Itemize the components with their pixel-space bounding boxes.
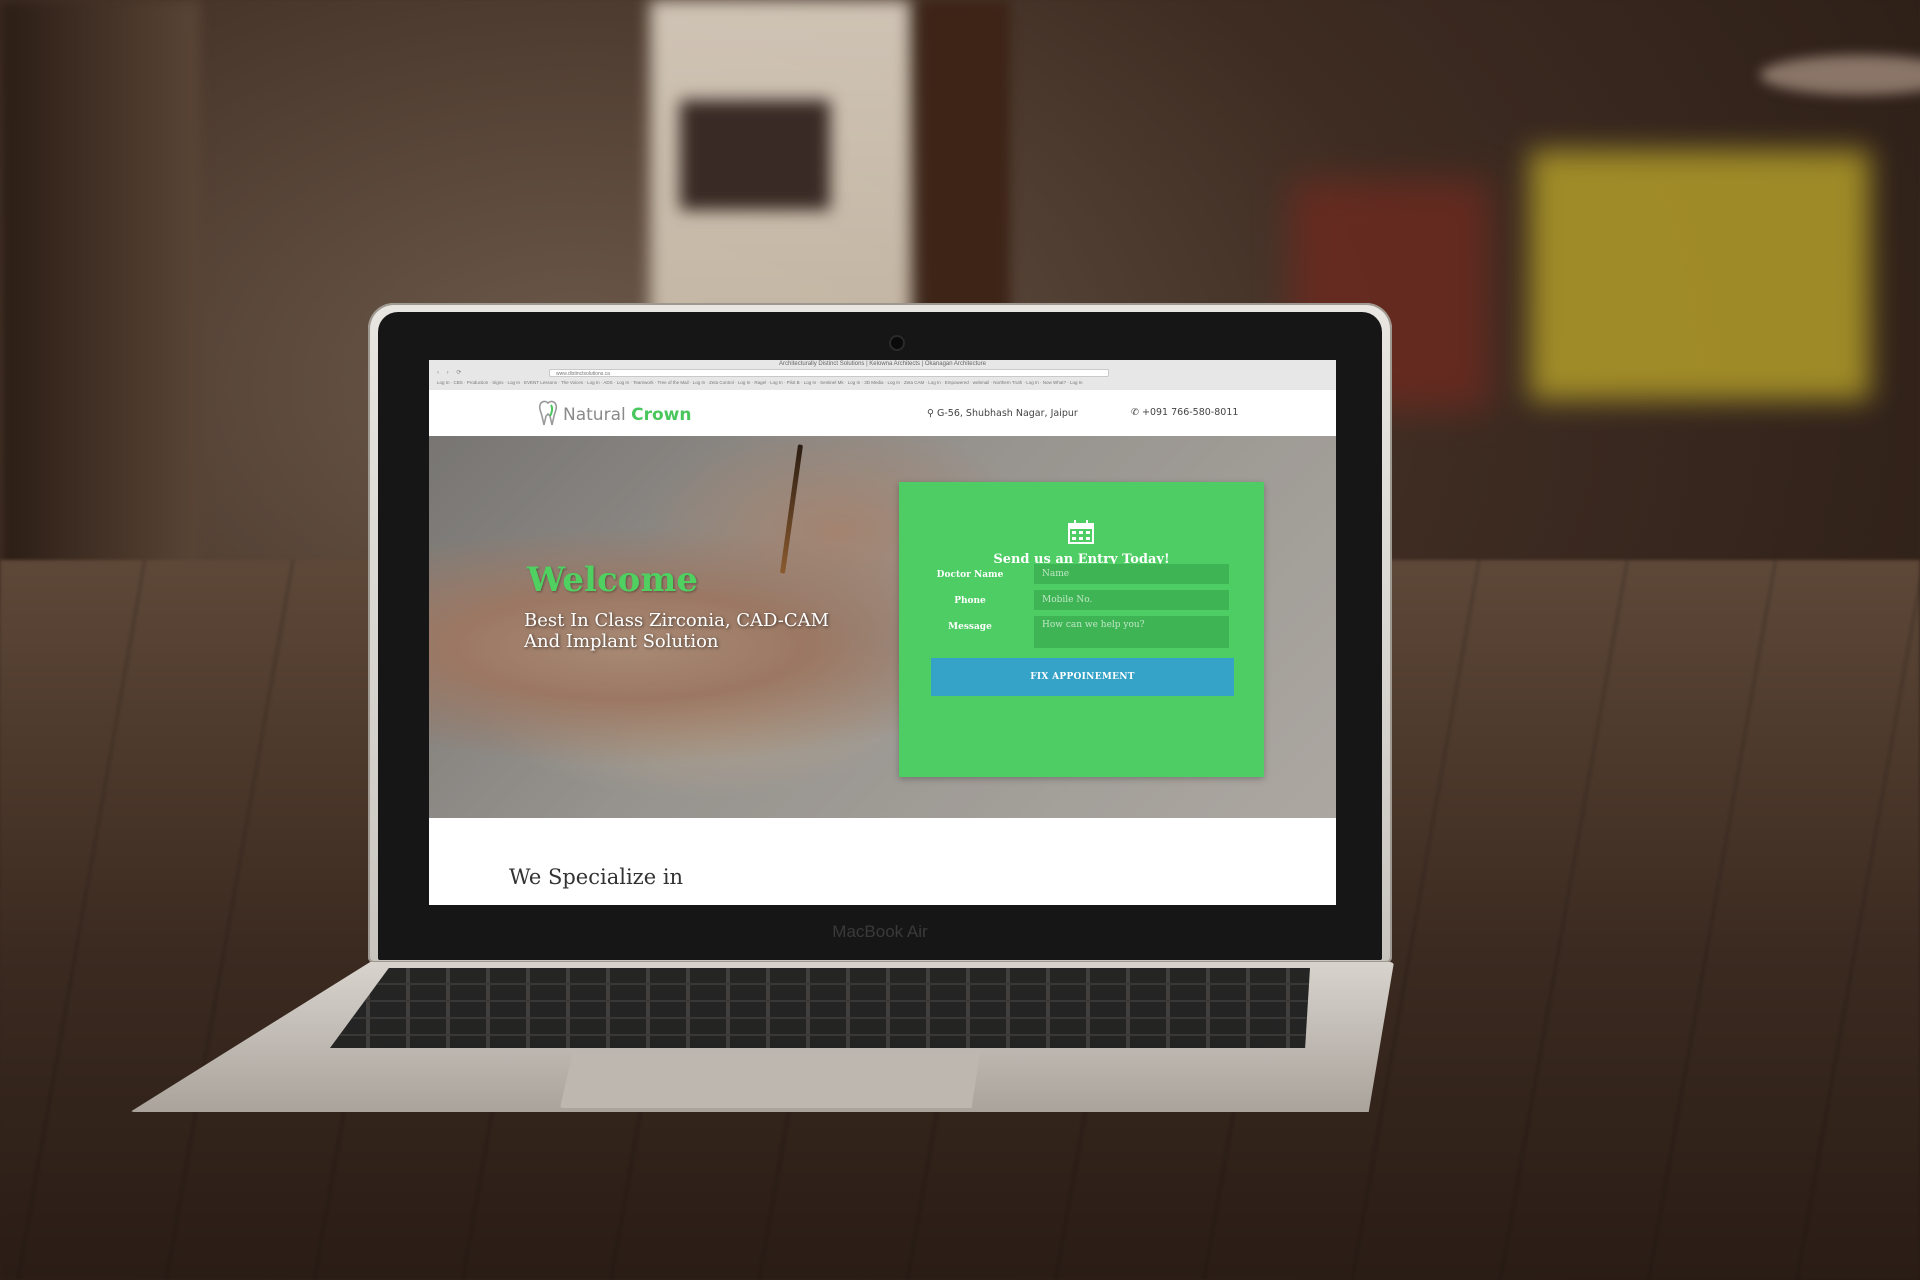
fix-appointment-button[interactable]: FIX APPOINEMENT bbox=[931, 658, 1234, 696]
background-yellow-sofa bbox=[1530, 150, 1870, 400]
browser-nav-buttons[interactable]: ‹ › ⟳ bbox=[437, 369, 464, 376]
phone-icon: ✆ bbox=[1131, 407, 1139, 418]
doctor-name-input[interactable] bbox=[1034, 564, 1229, 584]
calendar-icon bbox=[1068, 520, 1094, 544]
laptop-brand-label: MacBook Air bbox=[832, 922, 928, 941]
browser-bookmarks-bar[interactable]: Log In · CBS · Production · Signs · Log … bbox=[437, 380, 1327, 385]
header-phone[interactable]: ✆ +091 766-580-8011 bbox=[1131, 407, 1238, 418]
message-textarea[interactable] bbox=[1034, 616, 1229, 648]
specialize-section-title: We Specialize in bbox=[509, 865, 684, 889]
header-address: ⚲ G-56, Shubhash Nagar, Jaipur bbox=[927, 408, 1078, 419]
background-chair bbox=[680, 100, 830, 210]
keyboard-rows bbox=[330, 968, 1310, 1048]
webcam-icon bbox=[891, 337, 903, 349]
laptop-trackpad bbox=[560, 1053, 980, 1108]
logo-text-natural: Natural bbox=[563, 405, 626, 425]
phone-label: Phone bbox=[954, 596, 986, 606]
phone-input[interactable] bbox=[1034, 590, 1229, 610]
tooth-icon[interactable] bbox=[538, 400, 558, 426]
laptop-screen: Architecturally Distinct Solutions | Kel… bbox=[429, 360, 1336, 905]
site-logo[interactable]: Natural Crown bbox=[563, 405, 691, 425]
appointment-form: Send us an Entry Today! Doctor Name Phon… bbox=[899, 482, 1264, 777]
background-wall bbox=[0, 0, 200, 600]
browser-address-bar[interactable]: www.distinctsolutions.ca bbox=[549, 369, 1109, 377]
map-marker-icon: ⚲ bbox=[927, 408, 934, 419]
browser-window-title: Architecturally Distinct Solutions | Kel… bbox=[779, 361, 986, 367]
phone-text: +091 766-580-8011 bbox=[1142, 407, 1239, 418]
message-label: Message bbox=[948, 622, 992, 632]
logo-text-crown: Crown bbox=[631, 405, 692, 425]
doctor-name-label: Doctor Name bbox=[936, 570, 1004, 580]
browser-toolbar: Architecturally Distinct Solutions | Kel… bbox=[429, 360, 1336, 391]
hero-tagline: Best In Class Zirconia, CAD-CAM And Impl… bbox=[524, 610, 830, 652]
address-text: G-56, Shubhash Nagar, Jaipur bbox=[937, 408, 1078, 419]
background-lamp bbox=[1760, 55, 1920, 95]
hero-welcome-heading: Welcome bbox=[527, 560, 698, 600]
